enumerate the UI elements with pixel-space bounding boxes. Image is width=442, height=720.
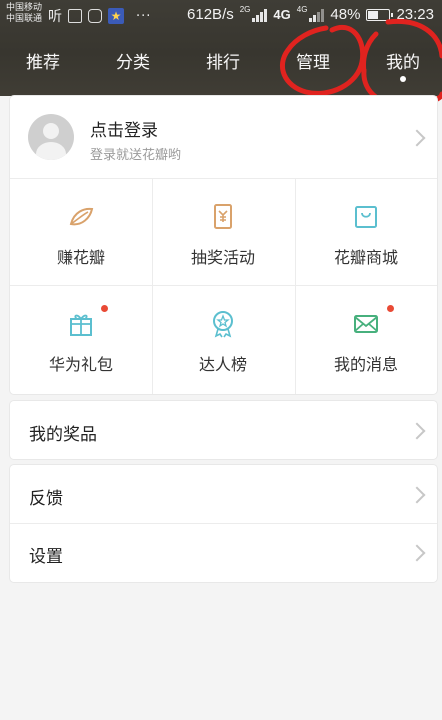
login-subtitle: 登录就送花瓣哟	[90, 148, 182, 163]
chevron-right-icon	[408, 129, 426, 147]
settings-label: 设置	[29, 547, 63, 567]
network-type-2: 4G	[273, 7, 291, 22]
signal-icon-2	[309, 8, 325, 22]
battery-percent: 48%	[330, 6, 361, 23]
grid-label: 花瓣商城	[333, 248, 398, 267]
grid-earn-petals[interactable]: 赚花瓣	[10, 178, 152, 285]
login-title: 点击登录	[90, 121, 158, 141]
grid-label: 我的消息	[333, 355, 398, 374]
signal-icon-1	[252, 8, 268, 22]
grid-my-messages[interactable]: 我的消息	[295, 285, 437, 392]
login-row[interactable]: 点击登录 登录就送花瓣哟	[10, 96, 437, 178]
grid-lottery[interactable]: 抽奖活动	[152, 178, 294, 285]
grid-top-users[interactable]: 达人榜	[152, 285, 294, 392]
settings-row[interactable]: 设置	[10, 524, 437, 582]
carrier-1: 中国移动	[6, 2, 43, 12]
status-bar: 中国移动 中国联通 听 ★ ··· 612B/s 2G 4G 4G 48% 23…	[0, 0, 442, 30]
feedback-label: 反馈	[29, 489, 63, 509]
network-speed: 612B/s	[187, 6, 234, 23]
carrier-info: 中国移动 中国联通	[6, 2, 42, 24]
notification-app-icon	[88, 9, 102, 23]
chevron-right-icon	[408, 544, 426, 562]
carrier-2: 中国联通	[6, 13, 43, 23]
tab-ranking[interactable]: 排行	[206, 48, 240, 73]
my-prizes-label: 我的奖品	[29, 425, 97, 445]
tab-recommend[interactable]: 推荐	[26, 48, 60, 73]
grid-label: 赚花瓣	[56, 248, 105, 267]
chevron-right-icon	[408, 486, 426, 504]
tab-bar: 推荐 分类 排行 管理 我的	[0, 40, 442, 80]
gift-icon	[70, 314, 92, 336]
listen-app-icon: 听	[48, 9, 62, 25]
avatar	[28, 114, 74, 160]
clock: 23:23	[396, 6, 434, 23]
medal-icon	[213, 311, 233, 338]
gallery-icon	[68, 9, 82, 23]
feedback-row[interactable]: 反馈	[10, 465, 437, 523]
tab-manage[interactable]: 管理	[296, 48, 330, 73]
tab-categories[interactable]: 分类	[116, 48, 150, 73]
active-tab-indicator	[400, 76, 406, 82]
grid-label: 抽奖活动	[190, 248, 255, 267]
grid-label: 达人榜	[198, 355, 247, 374]
battery-icon	[366, 8, 394, 21]
notification-badge	[101, 305, 108, 312]
grid-huawei-gift[interactable]: 华为礼包	[10, 285, 152, 392]
star-app-icon: ★	[108, 8, 124, 24]
shopping-bag-icon	[355, 206, 377, 228]
notification-badge	[387, 305, 394, 312]
lottery-icon	[214, 204, 232, 229]
tab-mine[interactable]: 我的	[386, 48, 420, 73]
mail-icon	[354, 315, 378, 333]
my-prizes-row[interactable]: 我的奖品	[10, 401, 437, 459]
network-type-1: 2G	[239, 5, 251, 14]
grid-label: 华为礼包	[48, 355, 113, 374]
status-notification-icons: 听 ★ ···	[48, 6, 151, 26]
leaf-icon	[69, 207, 94, 226]
top-bar: 中国移动 中国联通 听 ★ ··· 612B/s 2G 4G 4G 48% 23…	[0, 0, 442, 96]
status-right: 612B/s 2G 4G 4G 48% 23:23	[187, 5, 434, 23]
network-type-3: 4G	[296, 5, 308, 14]
account-card: 点击登录 登录就送花瓣哟 赚花瓣 抽奖活动 花瓣商城 华为礼包 达人榜 我的消息	[10, 96, 437, 394]
settings-card: 反馈 设置	[10, 465, 437, 582]
more-notifications-icon: ···	[136, 8, 152, 24]
chevron-right-icon	[408, 422, 426, 440]
grid-petal-mall[interactable]: 花瓣商城	[295, 178, 437, 285]
